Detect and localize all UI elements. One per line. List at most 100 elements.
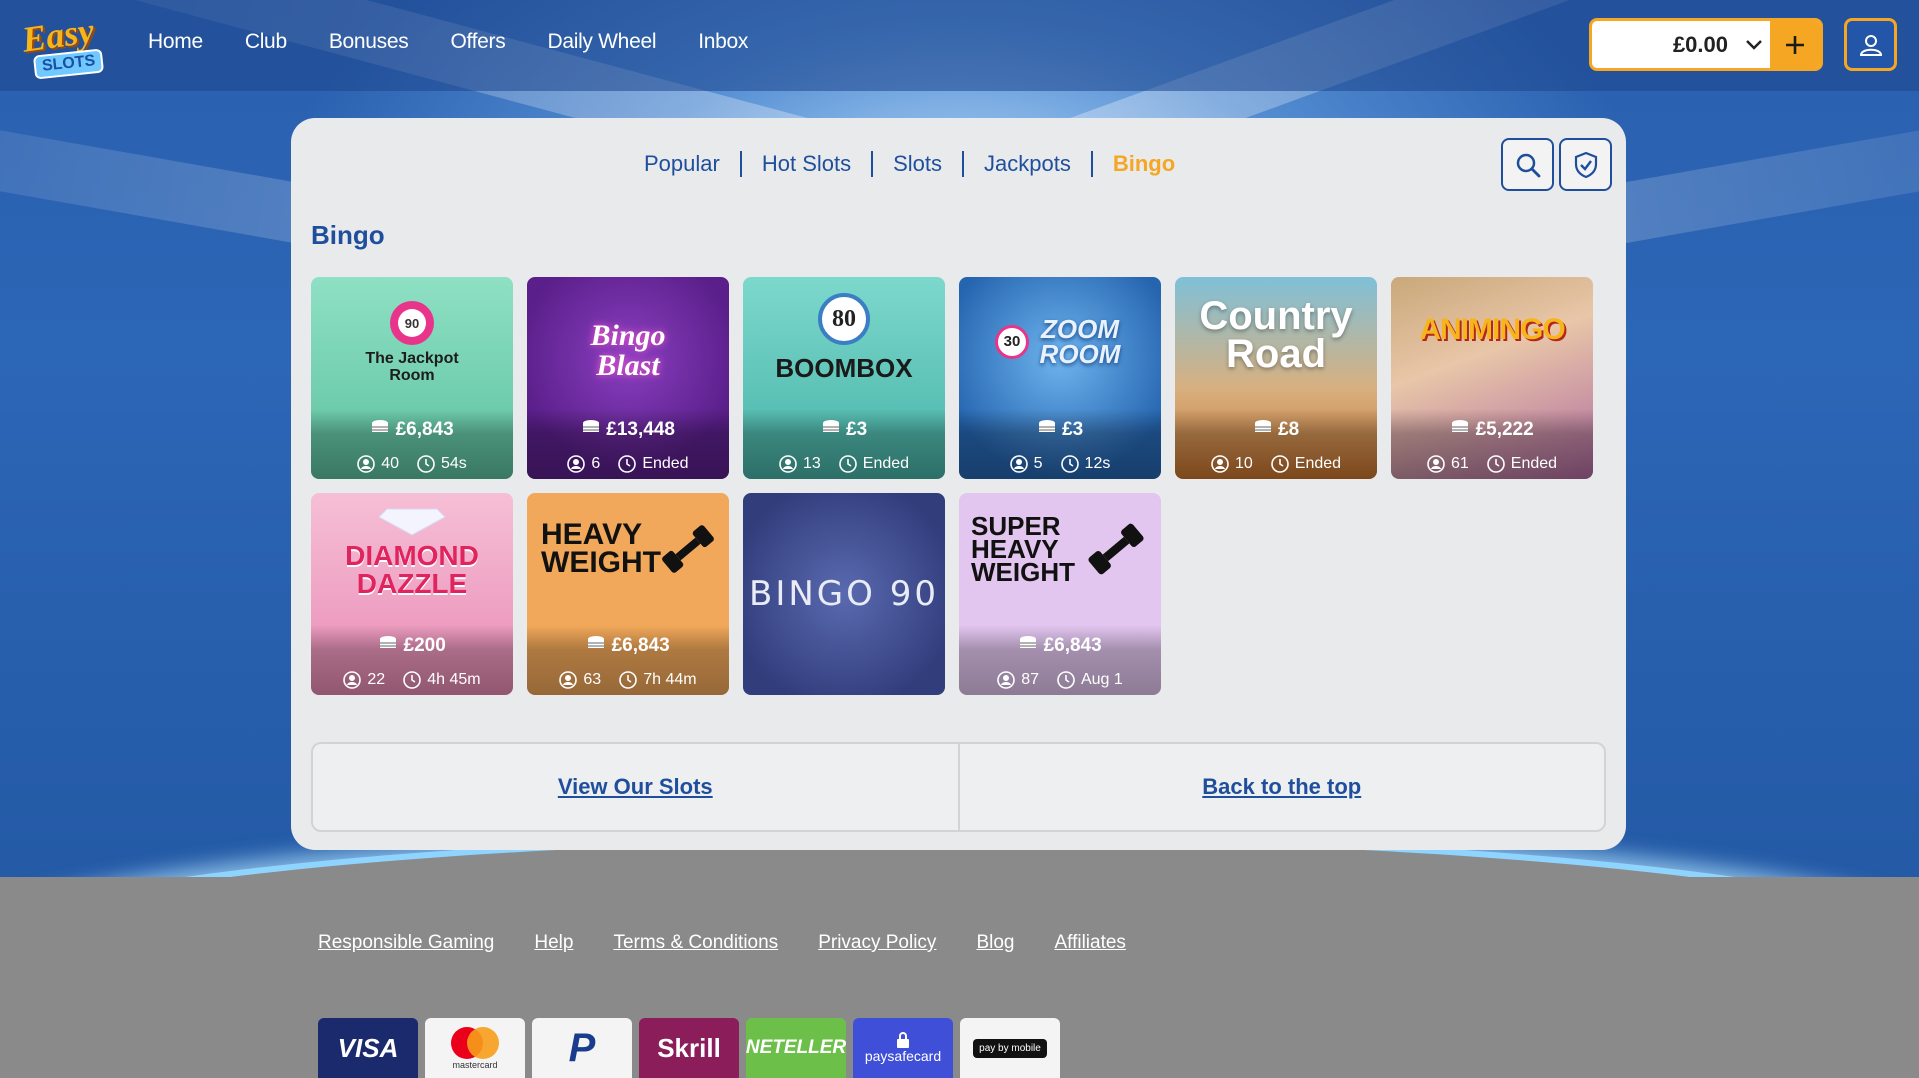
clock-icon xyxy=(619,671,638,689)
game-players: 13 xyxy=(802,455,821,472)
clock-icon xyxy=(1060,455,1079,473)
footer-link-help[interactable]: Help xyxy=(534,932,573,954)
bingo-ball: 30 xyxy=(995,324,1029,359)
nav-inbox[interactable]: Inbox xyxy=(698,30,748,54)
footer-link-affiliates[interactable]: Affiliates xyxy=(1054,932,1125,954)
tab-popular[interactable]: Popular xyxy=(624,151,740,177)
clock-icon xyxy=(403,671,422,689)
tab-slots[interactable]: Slots xyxy=(873,151,962,177)
game-title: Country Road xyxy=(1199,294,1353,376)
back-to-top-link[interactable]: Back to the top xyxy=(1202,774,1361,800)
search-button[interactable] xyxy=(1501,138,1554,191)
game-time: 12s xyxy=(1084,455,1111,472)
game-title: Bingo Blast xyxy=(590,319,666,382)
coins-icon xyxy=(581,419,601,441)
tab-jackpots[interactable]: Jackpots xyxy=(964,151,1091,177)
game-players: 10 xyxy=(1234,455,1253,472)
clock-icon xyxy=(618,455,637,473)
nav-daily-wheel[interactable]: Daily Wheel xyxy=(547,30,656,54)
nav-offers[interactable]: Offers xyxy=(450,30,505,54)
bottom-links-bar: View Our Slots Back to the top xyxy=(311,742,1606,832)
game-prize: £3 xyxy=(1062,419,1084,440)
game-tile-super-heavy-weight[interactable]: SUPER HEAVY WEIGHT £6,843 87 Aug 1 xyxy=(959,493,1161,695)
game-title: DIAMOND DAZZLE xyxy=(345,540,479,599)
responsible-gaming-button[interactable] xyxy=(1559,138,1612,191)
players-icon xyxy=(1211,455,1229,473)
coins-icon xyxy=(1253,419,1273,441)
game-tile-animingo[interactable]: ANIMINGO £5,222 61 Ended xyxy=(1391,277,1593,479)
game-title: BINGO 90 xyxy=(749,574,939,614)
players-icon xyxy=(559,671,578,689)
game-title: BOOMBOX xyxy=(775,353,913,383)
game-title: The Jackpot Room xyxy=(365,350,459,384)
players-icon xyxy=(779,455,797,473)
balance-widget[interactable]: £0.00 xyxy=(1589,18,1823,71)
coins-icon xyxy=(370,419,390,441)
category-tabs: Popular Hot Slots Slots Jackpots Bingo xyxy=(624,151,1195,177)
bingo-ball: 90 xyxy=(398,309,426,337)
balance-amount[interactable]: £0.00 xyxy=(1592,21,1738,68)
game-title: SUPER HEAVY WEIGHT xyxy=(971,511,1075,587)
easy-slots-logo[interactable]: Easy SLOTS xyxy=(18,10,106,80)
game-tile-diamond-dazzle[interactable]: DIAMOND DAZZLE £200 22 4h 45m xyxy=(311,493,513,695)
game-prize: £6,843 xyxy=(611,635,670,656)
coins-icon xyxy=(821,419,841,441)
clock-icon xyxy=(1270,455,1289,473)
clock-icon xyxy=(417,455,435,473)
nav-bonuses[interactable]: Bonuses xyxy=(329,30,409,54)
game-players: 22 xyxy=(367,671,386,688)
clock-icon xyxy=(1486,455,1505,473)
game-players: 87 xyxy=(1021,671,1039,688)
coins-icon xyxy=(1037,419,1057,441)
tab-bingo[interactable]: Bingo xyxy=(1093,151,1195,177)
footer-link-responsible-gaming[interactable]: Responsible Gaming xyxy=(318,932,494,954)
clock-icon xyxy=(1057,671,1075,689)
footer-link-blog[interactable]: Blog xyxy=(976,932,1014,954)
search-icon xyxy=(1516,153,1540,177)
top-header: Easy SLOTS Home Club Bonuses Offers Dail… xyxy=(0,0,1919,91)
game-tile-heavy-weight[interactable]: HEAVY WEIGHT £6,843 63 7h 44m xyxy=(527,493,729,695)
game-players: 63 xyxy=(583,671,602,688)
coins-icon xyxy=(378,635,398,657)
lock-icon xyxy=(897,1032,909,1048)
footer-link-privacy[interactable]: Privacy Policy xyxy=(818,932,936,954)
players-icon xyxy=(1427,455,1445,473)
players-icon xyxy=(1009,455,1028,473)
bingo-ball: 80 xyxy=(817,293,870,345)
game-time: Ended xyxy=(1510,455,1558,472)
footer-link-terms[interactable]: Terms & Conditions xyxy=(613,932,778,954)
game-time: 7h 44m xyxy=(643,671,697,688)
coins-icon xyxy=(1018,635,1038,657)
game-time: 54s xyxy=(441,455,467,472)
game-tile-bingo-blast[interactable]: Bingo Blast £13,448 6 Ended xyxy=(527,277,729,479)
game-time: Ended xyxy=(1294,455,1342,472)
game-players: 5 xyxy=(1033,455,1043,472)
mastercard-logo: mastercard xyxy=(425,1018,525,1078)
plus-icon xyxy=(1786,35,1804,54)
pay-by-mobile-logo: pay by mobile xyxy=(960,1018,1060,1078)
game-tile-boombox[interactable]: 80 BOOMBOX £3 13 Ended xyxy=(743,277,945,479)
shield-check-icon xyxy=(1574,151,1597,178)
game-players: 6 xyxy=(591,455,601,472)
section-title: Bingo xyxy=(311,220,385,250)
game-tile-bingo-90[interactable]: BINGO 90 xyxy=(743,493,945,695)
game-title: ANIMINGO xyxy=(1419,313,1565,346)
game-tile-jackpot-room[interactable]: 90 The Jackpot Room £6,843 40 54s xyxy=(311,277,513,479)
payment-methods: VISA mastercard P Skrill NETELLER paysaf… xyxy=(318,1018,1060,1078)
paypal-logo: P xyxy=(532,1018,632,1078)
players-icon xyxy=(997,671,1015,689)
nav-club[interactable]: Club xyxy=(245,30,287,54)
view-our-slots-link[interactable]: View Our Slots xyxy=(558,774,713,800)
nav-home[interactable]: Home xyxy=(148,30,203,54)
game-time: 4h 45m xyxy=(427,671,481,688)
profile-button[interactable] xyxy=(1844,18,1897,71)
game-tile-country-road[interactable]: Country Road £8 10 Ended xyxy=(1175,277,1377,479)
diamond-icon xyxy=(378,508,446,536)
tab-hot-slots[interactable]: Hot Slots xyxy=(742,151,871,177)
game-tile-zoom-room[interactable]: 30 ZOOM ROOM £3 5 12s xyxy=(959,277,1161,479)
chevron-down-icon[interactable] xyxy=(1738,21,1770,68)
game-time: Aug 1 xyxy=(1080,671,1123,688)
footer-links: Responsible Gaming Help Terms & Conditio… xyxy=(318,932,1126,954)
deposit-plus-button[interactable] xyxy=(1770,21,1820,68)
dumbbell-icon xyxy=(1088,523,1144,575)
